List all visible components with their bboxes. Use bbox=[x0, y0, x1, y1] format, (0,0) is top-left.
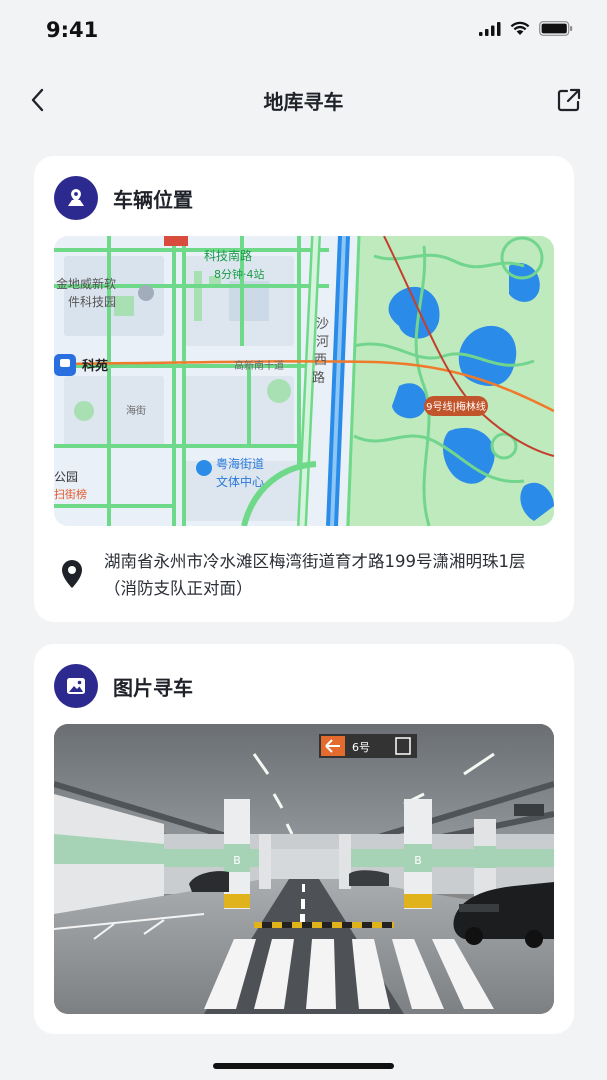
vehicle-location-title: 车辆位置 bbox=[113, 187, 193, 212]
share-icon bbox=[557, 88, 581, 112]
photo-find-car-card: 图片寻车 B B 6号 bbox=[34, 644, 574, 1034]
address-text: 湖南省永州市冷水滩区梅湾街道育才路199号潇湘明珠1层（消防支队正对面） bbox=[104, 552, 526, 598]
nav-bar: 地库寻车 bbox=[0, 70, 607, 130]
share-button[interactable] bbox=[551, 82, 587, 118]
bottom-park-label: 公园 bbox=[54, 470, 78, 484]
location-map[interactable]: 9号线|梅林线 科苑 科技南路 8分钟·4站 金地威新软 件科技园 高新南十道 … bbox=[54, 236, 554, 526]
location-pin-icon bbox=[54, 548, 90, 602]
home-indicator[interactable] bbox=[213, 1063, 394, 1069]
map-pin-icon bbox=[54, 176, 98, 220]
parking-photo[interactable]: B B 6号 bbox=[54, 724, 554, 1014]
pillar-label-right: B bbox=[414, 854, 422, 867]
photo-find-car-title: 图片寻车 bbox=[113, 675, 193, 700]
station-label: 科苑 bbox=[82, 358, 108, 374]
park-label: 金地威新软 bbox=[56, 276, 116, 291]
pillar-label: B bbox=[233, 854, 241, 867]
transit-eta-label: 8分钟·4站 bbox=[214, 267, 265, 281]
culture-center-label: 粤海街道 bbox=[216, 456, 264, 471]
address-row: 湖南省永州市冷水滩区梅湾街道育才路199号潇湘明珠1层（消防支队正对面） bbox=[54, 548, 554, 602]
vehicle-location-header: 车辆位置 bbox=[54, 176, 193, 220]
street-label: 海街 bbox=[126, 404, 146, 417]
vehicle-location-card: 车辆位置 9号线|梅林线 科苑 科技南路 8分钟·4站 金地威新软 件科技园 高… bbox=[34, 156, 574, 622]
battery-icon bbox=[539, 21, 573, 36]
svg-text:文体中心: 文体中心 bbox=[216, 474, 264, 489]
top-road-label: 科技南路 bbox=[204, 248, 252, 263]
gaoxin-road-label: 高新南十道 bbox=[234, 359, 284, 372]
status-bar: 9:41 bbox=[0, 0, 607, 62]
photo-find-car-header: 图片寻车 bbox=[54, 664, 193, 708]
svg-text:河: 河 bbox=[316, 335, 329, 350]
metro-line-label: 9号线|梅林线 bbox=[426, 400, 486, 413]
svg-text:路: 路 bbox=[312, 370, 325, 386]
signal-icon bbox=[479, 21, 501, 36]
status-time: 9:41 bbox=[46, 18, 99, 42]
shahe-road-label: 沙 bbox=[316, 317, 329, 332]
status-icons bbox=[479, 21, 573, 36]
svg-text:西: 西 bbox=[314, 353, 327, 368]
wifi-icon bbox=[510, 21, 530, 35]
ranking-label: 扫街榜 bbox=[54, 487, 87, 501]
page-title: 地库寻车 bbox=[263, 90, 344, 114]
image-icon bbox=[54, 664, 98, 708]
sign-text: 6号 bbox=[352, 741, 370, 754]
park-label-2: 件科技园 bbox=[68, 295, 116, 309]
